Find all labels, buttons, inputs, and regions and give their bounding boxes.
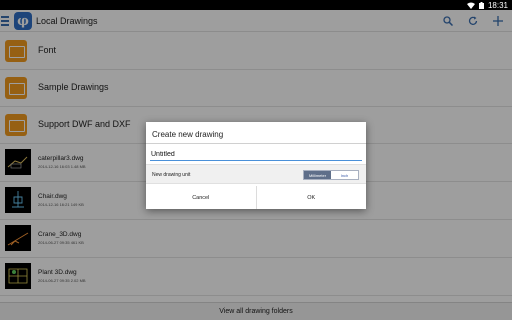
unit-option-millimeter[interactable]: Millimeter <box>304 171 331 179</box>
unit-option-inch[interactable]: Inch <box>331 171 358 179</box>
unit-row: New drawing unit Millimeter Inch <box>146 164 366 184</box>
unit-selector: Millimeter Inch <box>303 170 359 180</box>
status-time: 18:31 <box>487 0 508 10</box>
cancel-button[interactable]: Cancel <box>146 186 256 209</box>
status-bar: 18:31 <box>0 0 512 10</box>
drawing-name-input[interactable] <box>150 149 362 161</box>
dialog-title: Create new drawing <box>152 130 224 139</box>
dialog-buttons: Cancel OK <box>146 186 366 209</box>
ok-button[interactable]: OK <box>257 186 367 209</box>
unit-label: New drawing unit <box>152 172 191 178</box>
create-drawing-dialog: Create new drawing New drawing unit Mill… <box>146 122 366 209</box>
wifi-icon <box>466 2 475 9</box>
battery-icon <box>478 1 484 9</box>
dialog-divider <box>146 143 366 144</box>
